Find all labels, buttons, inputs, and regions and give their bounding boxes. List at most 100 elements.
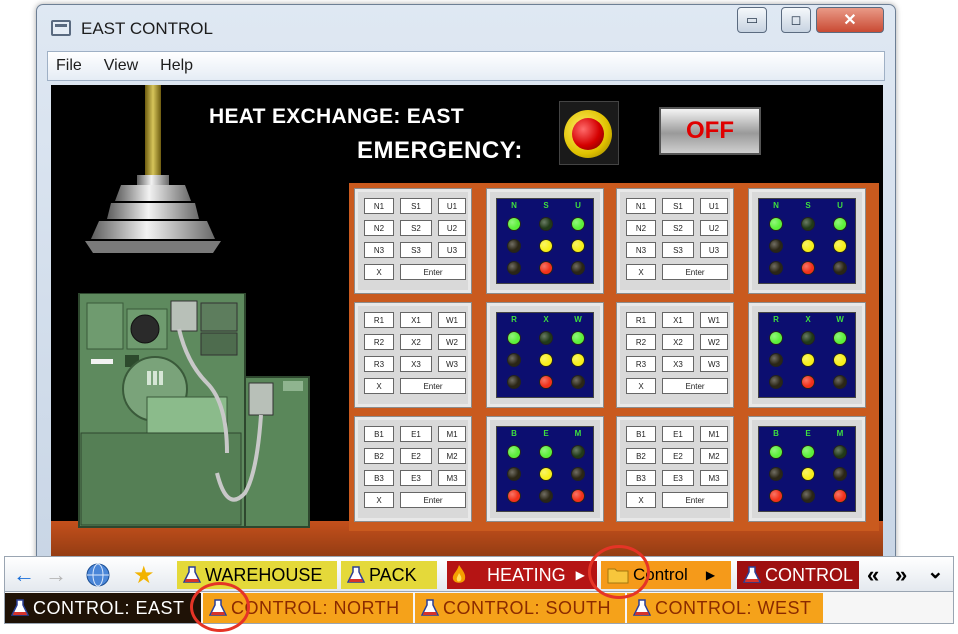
keypad-key[interactable]: N3 (626, 242, 656, 258)
menu-help[interactable]: Help (160, 57, 193, 75)
heating-label: HEATING (487, 564, 566, 585)
keypad-key[interactable]: X3 (662, 356, 694, 372)
keypad-key[interactable]: M2 (700, 448, 728, 464)
indicator-lamp (571, 375, 585, 389)
keypad-key[interactable]: B1 (626, 426, 656, 442)
keypad-key[interactable]: M2 (438, 448, 466, 464)
emergency-stop-button[interactable] (559, 101, 619, 165)
keypad-key[interactable]: E2 (400, 448, 432, 464)
keypad-key[interactable]: R3 (626, 356, 656, 372)
keypad-key[interactable]: X1 (662, 312, 694, 328)
keypad-key[interactable]: E3 (662, 470, 694, 486)
keypad-key[interactable]: X3 (400, 356, 432, 372)
keypad-key[interactable]: B2 (364, 448, 394, 464)
keypad-key[interactable]: R1 (626, 312, 656, 328)
keypad-key[interactable]: N1 (626, 198, 656, 214)
keypad-key[interactable]: N1 (364, 198, 394, 214)
keypad-key[interactable]: X1 (400, 312, 432, 328)
keypad-key[interactable]: N3 (364, 242, 394, 258)
indicator-lamp (539, 489, 553, 503)
minimize-button[interactable]: ▭ (737, 7, 767, 33)
tab-control-east[interactable]: CONTROL: EAST (5, 593, 201, 623)
keypad-enter-key[interactable]: Enter (662, 492, 728, 508)
keypad-clear-key[interactable]: X (364, 378, 394, 394)
keypad-clear-key[interactable]: X (364, 492, 394, 508)
keypad-key[interactable]: B1 (364, 426, 394, 442)
keypad-key[interactable]: E1 (400, 426, 432, 442)
keypad-key[interactable]: R1 (364, 312, 394, 328)
keypad-clear-key[interactable]: X (364, 264, 394, 280)
tab-control-west[interactable]: CONTROL: WEST (627, 593, 823, 623)
pack-label: PACK (369, 564, 417, 585)
keypad-key[interactable]: B3 (626, 470, 656, 486)
keypad-key[interactable]: U1 (700, 198, 728, 214)
keypad-clear-key[interactable]: X (626, 492, 656, 508)
home-button[interactable] (85, 561, 111, 589)
keypad-key[interactable]: W3 (700, 356, 728, 372)
keypad-enter-key[interactable]: Enter (662, 264, 728, 280)
keypad-key[interactable]: X2 (662, 334, 694, 350)
keypad-key[interactable]: U2 (700, 220, 728, 236)
keypad-key[interactable]: W2 (438, 334, 466, 350)
keypad-key[interactable]: M3 (700, 470, 728, 486)
keypad-key[interactable]: U3 (438, 242, 466, 258)
keypad-key[interactable]: S3 (400, 242, 432, 258)
indicator-column-label: E (805, 429, 811, 438)
keypad-key[interactable]: W1 (700, 312, 728, 328)
globe-icon (86, 563, 110, 587)
keypad-key[interactable]: W1 (438, 312, 466, 328)
keypad-enter-key[interactable]: Enter (400, 378, 466, 394)
keypad-clear-key[interactable]: X (626, 264, 656, 280)
control-link[interactable]: CONTROL (737, 561, 859, 589)
maximize-button[interactable]: ◻ (781, 7, 811, 33)
overflow-menu-button[interactable]: ⌄ (927, 557, 944, 585)
favorites-button[interactable]: ★ (133, 561, 155, 589)
keypad-key[interactable]: N2 (626, 220, 656, 236)
keypad-key[interactable]: W3 (438, 356, 466, 372)
keypad: N1 S1 U1 N2 S2 U2 N3 S3 U3 X Enter (616, 188, 734, 294)
keypad-key[interactable]: U2 (438, 220, 466, 236)
keypad-key[interactable]: R3 (364, 356, 394, 372)
keypad-key[interactable]: S1 (400, 198, 432, 214)
forward-button[interactable]: → (45, 561, 67, 589)
keypad-key[interactable]: E2 (662, 448, 694, 464)
scroll-right-button[interactable]: » (895, 561, 907, 589)
indicator-column-label: W (574, 315, 582, 324)
off-button[interactable]: OFF (659, 107, 761, 155)
keypad-enter-key[interactable]: Enter (400, 492, 466, 508)
keypad-key[interactable]: E3 (400, 470, 432, 486)
keypad-key[interactable]: B3 (364, 470, 394, 486)
keypad-key[interactable]: M1 (700, 426, 728, 442)
keypad-key[interactable]: E1 (662, 426, 694, 442)
back-button[interactable]: ← (13, 561, 35, 589)
menu-file[interactable]: File (56, 57, 82, 75)
keypad-key[interactable]: S2 (662, 220, 694, 236)
keypad-key[interactable]: B2 (626, 448, 656, 464)
tab-control-south[interactable]: CONTROL: SOUTH (415, 593, 625, 623)
title-bar[interactable]: EAST CONTROL ▭ ◻ ✕ (37, 5, 895, 51)
keypad-enter-key[interactable]: Enter (400, 264, 466, 280)
keypad-key[interactable]: U1 (438, 198, 466, 214)
warehouse-link[interactable]: WAREHOUSE (177, 561, 337, 589)
pack-link[interactable]: PACK (341, 561, 437, 589)
heating-expand-icon: ▶ (575, 568, 585, 582)
scroll-left-button[interactable]: « (867, 561, 879, 589)
keypad-key[interactable]: M1 (438, 426, 466, 442)
keypad-key[interactable]: S1 (662, 198, 694, 214)
menu-view[interactable]: View (104, 57, 138, 75)
keypad-key[interactable]: S3 (662, 242, 694, 258)
keypad-key[interactable]: S2 (400, 220, 432, 236)
keypad-key[interactable]: W2 (700, 334, 728, 350)
close-button[interactable]: ✕ (816, 7, 884, 33)
keypad-clear-key[interactable]: X (626, 378, 656, 394)
keypad-key[interactable]: R2 (626, 334, 656, 350)
keypad-key[interactable]: X2 (400, 334, 432, 350)
keypad-enter-key[interactable]: Enter (662, 378, 728, 394)
indicator-lamp (833, 261, 847, 275)
keypad-key[interactable]: N2 (364, 220, 394, 236)
indicator-lamp (769, 239, 783, 253)
keypad-key[interactable]: R2 (364, 334, 394, 350)
keypad-key[interactable]: M3 (438, 470, 466, 486)
keypad-key[interactable]: U3 (700, 242, 728, 258)
heating-link[interactable]: HEATING ▶ (447, 561, 597, 589)
